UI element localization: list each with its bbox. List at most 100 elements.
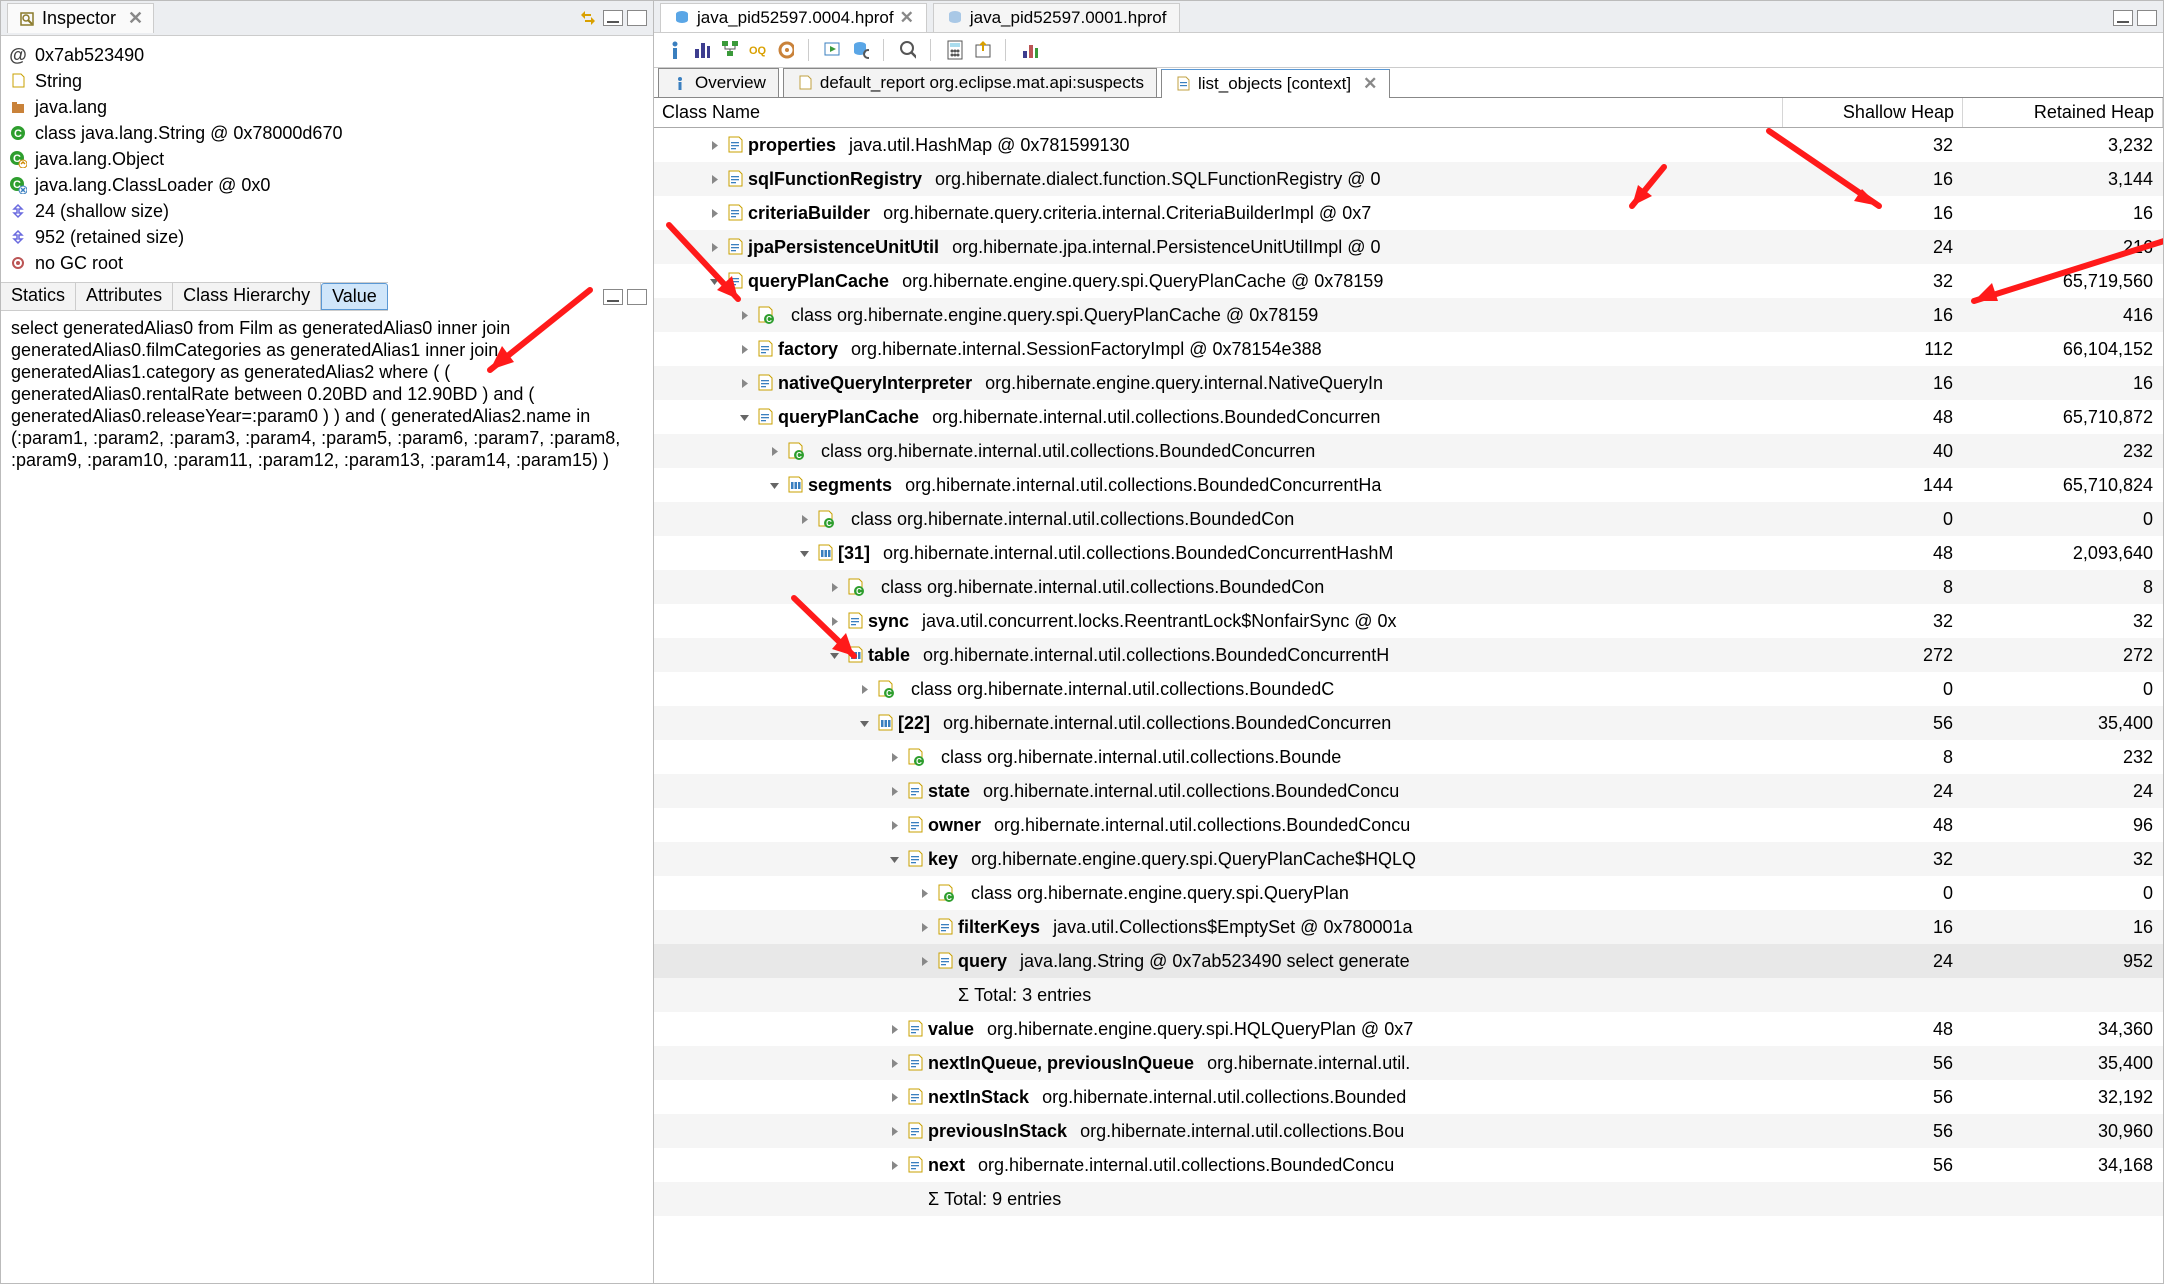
expander-icon[interactable]	[766, 477, 782, 493]
minimize-button[interactable]	[2113, 10, 2133, 26]
col-class-name[interactable]: Class Name	[654, 98, 1783, 127]
expander-icon[interactable]	[856, 681, 872, 697]
search-icon[interactable]	[898, 41, 916, 59]
table-row[interactable]: [22] org.hibernate.internal.util.collect…	[654, 706, 2163, 740]
tab-attributes[interactable]: Attributes	[76, 283, 173, 310]
expander-icon[interactable]	[736, 375, 752, 391]
editor-tab-hprof-active[interactable]: java_pid52597.0004.hprof ✕	[660, 3, 927, 32]
expander-icon[interactable]	[886, 783, 902, 799]
table-row[interactable]: next org.hibernate.internal.util.collect…	[654, 1148, 2163, 1182]
close-icon[interactable]: ✕	[128, 8, 143, 29]
expander-icon[interactable]	[706, 205, 722, 221]
expander-icon[interactable]	[886, 1089, 902, 1105]
inspector-icon	[18, 10, 36, 28]
expander-icon[interactable]	[826, 579, 842, 595]
expander-icon[interactable]	[916, 953, 932, 969]
histogram-icon[interactable]	[692, 41, 710, 59]
export-icon[interactable]	[973, 41, 991, 59]
expander-icon[interactable]	[886, 1191, 902, 1207]
query-icon[interactable]	[851, 41, 869, 59]
col-shallow-heap[interactable]: Shallow Heap	[1783, 98, 1963, 127]
table-row[interactable]: C class org.hibernate.engine.query.spi.Q…	[654, 876, 2163, 910]
expander-icon[interactable]	[916, 919, 932, 935]
subtab-overview[interactable]: Overview	[658, 68, 779, 97]
table-row[interactable]: key org.hibernate.engine.query.spi.Query…	[654, 842, 2163, 876]
inspector-tab[interactable]: Inspector ✕	[7, 3, 154, 33]
expander-icon[interactable]	[886, 1123, 902, 1139]
table-row[interactable]: properties java.util.HashMap @ 0x7815991…	[654, 128, 2163, 162]
tree-icon[interactable]	[720, 41, 738, 59]
threads-icon[interactable]	[776, 41, 794, 59]
sync-icon[interactable]	[577, 9, 595, 27]
minimize-button[interactable]	[603, 10, 623, 26]
table-row[interactable]: Σ Total: 3 entries	[654, 978, 2163, 1012]
expander-icon[interactable]	[796, 511, 812, 527]
table-row[interactable]: C class org.hibernate.internal.util.coll…	[654, 502, 2163, 536]
table-row[interactable]: C class org.hibernate.internal.util.coll…	[654, 570, 2163, 604]
maximize-button[interactable]	[627, 289, 647, 305]
chart-icon[interactable]	[1020, 41, 1038, 59]
expander-icon[interactable]	[736, 307, 752, 323]
table-row[interactable]: queryPlanCache org.hibernate.engine.quer…	[654, 264, 2163, 298]
expander-icon[interactable]	[886, 749, 902, 765]
table-row[interactable]: owner org.hibernate.internal.util.collec…	[654, 808, 2163, 842]
expander-icon[interactable]	[856, 715, 872, 731]
table-row[interactable]: value org.hibernate.engine.query.spi.HQL…	[654, 1012, 2163, 1046]
expander-icon[interactable]	[886, 1021, 902, 1037]
table-row[interactable]: segments org.hibernate.internal.util.col…	[654, 468, 2163, 502]
table-row[interactable]: Σ Total: 9 entries	[654, 1182, 2163, 1216]
expander-icon[interactable]	[826, 647, 842, 663]
expander-icon[interactable]	[886, 817, 902, 833]
close-icon[interactable]: ✕	[900, 8, 914, 28]
expander-icon[interactable]	[766, 443, 782, 459]
table-row[interactable]: criteriaBuilder org.hibernate.query.crit…	[654, 196, 2163, 230]
expander-icon[interactable]	[706, 239, 722, 255]
tab-value[interactable]: Value	[321, 283, 388, 310]
table-row[interactable]: C class org.hibernate.engine.query.spi.Q…	[654, 298, 2163, 332]
table-row[interactable]: sqlFunctionRegistry org.hibernate.dialec…	[654, 162, 2163, 196]
table-row[interactable]: [31] org.hibernate.internal.util.collect…	[654, 536, 2163, 570]
table-row[interactable]: factory org.hibernate.internal.SessionFa…	[654, 332, 2163, 366]
expander-icon[interactable]	[706, 171, 722, 187]
expander-icon[interactable]	[736, 409, 752, 425]
value-pane[interactable]: select generatedAlias0 from Film as gene…	[1, 311, 653, 1283]
oql-icon[interactable]: OQL	[748, 41, 766, 59]
calc-icon[interactable]	[945, 41, 963, 59]
expander-icon[interactable]	[886, 851, 902, 867]
col-retained-heap[interactable]: Retained Heap	[1963, 98, 2163, 127]
maximize-button[interactable]	[627, 10, 647, 26]
table-row[interactable]: table org.hibernate.internal.util.collec…	[654, 638, 2163, 672]
table-row[interactable]: queryPlanCache org.hibernate.internal.ut…	[654, 400, 2163, 434]
expander-icon[interactable]	[916, 885, 932, 901]
subtab-default-report[interactable]: default_report org.eclipse.mat.api:suspe…	[783, 68, 1157, 97]
table-row[interactable]: C class org.hibernate.internal.util.coll…	[654, 672, 2163, 706]
table-row[interactable]: previousInStack org.hibernate.internal.u…	[654, 1114, 2163, 1148]
expander-icon[interactable]	[736, 341, 752, 357]
subtab-list-objects[interactable]: list_objects [context] ✕	[1161, 69, 1390, 98]
table-row[interactable]: nextInStack org.hibernate.internal.util.…	[654, 1080, 2163, 1114]
table-row[interactable]: sync java.util.concurrent.locks.Reentran…	[654, 604, 2163, 638]
table-row[interactable]: filterKeys java.util.Collections$EmptySe…	[654, 910, 2163, 944]
expander-icon[interactable]	[916, 987, 932, 1003]
tab-statics[interactable]: Statics	[1, 283, 76, 310]
table-row[interactable]: nextInQueue, previousInQueue org.hiberna…	[654, 1046, 2163, 1080]
table-row[interactable]: C class org.hibernate.internal.util.coll…	[654, 434, 2163, 468]
expander-icon[interactable]	[706, 137, 722, 153]
maximize-button[interactable]	[2137, 10, 2157, 26]
expander-icon[interactable]	[886, 1055, 902, 1071]
minimize-button[interactable]	[603, 289, 623, 305]
run-icon[interactable]	[823, 41, 841, 59]
info-icon[interactable]	[664, 41, 682, 59]
expander-icon[interactable]	[886, 1157, 902, 1173]
table-row[interactable]: jpaPersistenceUnitUtil org.hibernate.jpa…	[654, 230, 2163, 264]
expander-icon[interactable]	[826, 613, 842, 629]
table-row[interactable]: state org.hibernate.internal.util.collec…	[654, 774, 2163, 808]
close-icon[interactable]: ✕	[1363, 74, 1377, 94]
tab-class-hierarchy[interactable]: Class Hierarchy	[173, 283, 321, 310]
editor-tab-hprof[interactable]: java_pid52597.0001.hprof	[933, 3, 1180, 32]
table-row[interactable]: nativeQueryInterpreter org.hibernate.eng…	[654, 366, 2163, 400]
expander-icon[interactable]	[706, 273, 722, 289]
table-row[interactable]: query java.lang.String @ 0x7ab523490 sel…	[654, 944, 2163, 978]
table-row[interactable]: C class org.hibernate.internal.util.coll…	[654, 740, 2163, 774]
expander-icon[interactable]	[796, 545, 812, 561]
